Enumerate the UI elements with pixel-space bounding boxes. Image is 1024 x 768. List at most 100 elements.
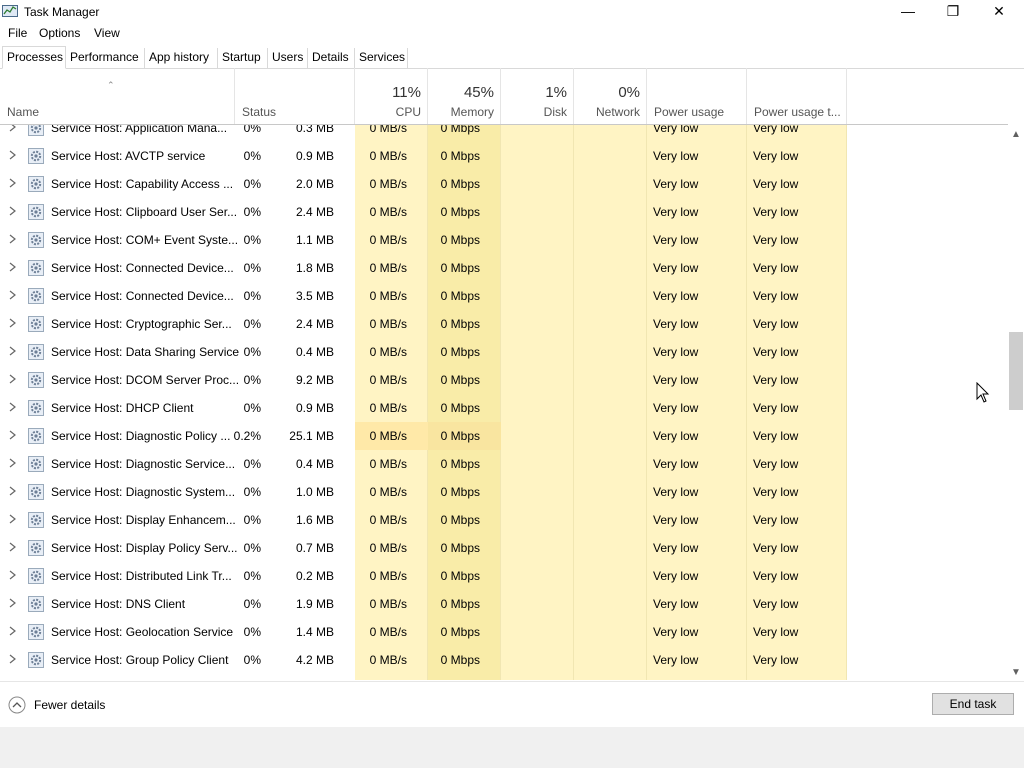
process-row[interactable]: Service Host: Clipboard User Ser... 0% 2.4… — [0, 198, 846, 226]
memory-value: 0.9 MB — [295, 149, 334, 163]
service-gear-icon — [28, 176, 44, 192]
chevron-right-icon[interactable] — [8, 373, 17, 385]
vertical-scrollbar[interactable]: ▲ ▼ — [1008, 125, 1024, 680]
network-value: 0 Mbps — [440, 289, 480, 303]
service-gear-icon — [28, 232, 44, 248]
chevron-right-icon[interactable] — [8, 541, 17, 553]
tab-users[interactable]: Users — [268, 48, 308, 68]
chevron-right-icon[interactable] — [8, 289, 17, 301]
menu-file[interactable]: File — [8, 26, 27, 40]
process-row[interactable]: Service Host: DCOM Server Proc... 0% 9.2 M… — [0, 366, 846, 394]
process-row[interactable]: Service Host: Connected Device... 0% 3.5 M… — [0, 282, 846, 310]
process-row[interactable]: Service Host: Diagnostic Service... 0% 0.4… — [0, 450, 846, 478]
chevron-right-icon[interactable] — [8, 485, 17, 497]
chevron-right-icon[interactable] — [8, 233, 17, 245]
network-value: 0 Mbps — [440, 317, 480, 331]
process-row[interactable]: Service Host: Geolocation Service 0% 1.4 M… — [0, 618, 846, 646]
chevron-right-icon[interactable] — [8, 261, 17, 273]
disk-value: 0 MB/s — [369, 401, 407, 415]
sort-up-icon: ⌃ — [107, 80, 115, 90]
column-label-memory: Memory — [450, 105, 494, 119]
process-row[interactable]: Service Host: Diagnostic System... 0% 1.0 … — [0, 478, 846, 506]
memory-value: 0.4 MB — [295, 345, 334, 359]
column-header-power-usage-trend[interactable]: Power usage t... — [747, 68, 847, 124]
chevron-right-icon[interactable] — [8, 429, 17, 441]
memory-value: 0.3 MB — [295, 125, 334, 135]
power-usage-trend-value: Very low — [753, 233, 799, 247]
menu-view[interactable]: View — [94, 26, 120, 40]
chevron-right-icon[interactable] — [8, 317, 17, 329]
process-list: Service Host: Application Mana... 0% 0.3 M… — [0, 125, 1008, 680]
cpu-value: 0% — [243, 485, 261, 499]
chevron-right-icon[interactable] — [8, 401, 17, 413]
column-header-cpu[interactable]: 11% CPU — [355, 68, 428, 124]
disk-value: 0 MB/s — [369, 205, 407, 219]
network-value: 0 Mbps — [440, 597, 480, 611]
chevron-right-icon[interactable] — [8, 513, 17, 525]
mouse-pointer-icon — [976, 382, 990, 403]
cpu-value: 0% — [243, 177, 261, 191]
memory-value: 2.4 MB — [295, 317, 334, 331]
end-task-button[interactable]: End task — [932, 693, 1014, 715]
disk-value: 0 MB/s — [369, 429, 407, 443]
chevron-right-icon[interactable] — [8, 177, 17, 189]
service-gear-icon — [28, 484, 44, 500]
chevron-right-icon[interactable] — [8, 205, 17, 217]
chevron-right-icon[interactable] — [8, 457, 17, 469]
power-usage-trend-value: Very low — [753, 653, 799, 667]
tab-performance[interactable]: Performance — [66, 48, 145, 68]
tab-services[interactable]: Services — [355, 48, 408, 68]
menu-options[interactable]: Options — [39, 26, 80, 40]
process-row[interactable]: Service Host: Display Enhancem... 0% 1.6 M… — [0, 506, 846, 534]
disk-value: 0 MB/s — [369, 177, 407, 191]
restore-button[interactable]: ❐ — [930, 0, 976, 22]
process-row[interactable]: Service Host: Group Policy Client 0% 4.2 M… — [0, 646, 846, 674]
memory-value: 2.0 MB — [295, 177, 334, 191]
process-row[interactable]: Service Host: Display Policy Serv... 0% 0.… — [0, 534, 846, 562]
tab-app-history[interactable]: App history — [145, 48, 218, 68]
cpu-value: 0% — [243, 541, 261, 555]
tab-startup[interactable]: Startup — [218, 48, 268, 68]
process-row[interactable]: Service Host: DNS Client 0% 1.9 MB 0 MB/s 0 … — [0, 590, 846, 618]
process-row[interactable]: Service Host: DHCP Client 0% 0.9 MB 0 MB/s 0… — [0, 394, 846, 422]
process-row[interactable]: Service Host: Data Sharing Service 0% 0.4 … — [0, 338, 846, 366]
chevron-right-icon[interactable] — [8, 345, 17, 357]
memory-value: 4.2 MB — [295, 653, 334, 667]
tab-details[interactable]: Details — [308, 48, 355, 68]
column-header-memory[interactable]: 45% Memory — [428, 68, 501, 124]
chevron-right-icon[interactable] — [8, 597, 17, 609]
minimize-button[interactable]: — — [885, 0, 931, 22]
process-row[interactable]: Service Host: Distributed Link Tr... 0% 0.… — [0, 562, 846, 590]
fewer-details-label: Fewer details — [34, 698, 106, 712]
cpu-value: 0% — [243, 149, 261, 163]
process-row[interactable]: Service Host: COM+ Event Syste... 0% 1.1 M… — [0, 226, 846, 254]
close-button[interactable]: ✕ — [976, 0, 1022, 22]
tab-processes[interactable]: Processes — [2, 46, 66, 69]
column-header-disk[interactable]: 1% Disk — [501, 68, 574, 124]
scroll-up-arrow-icon[interactable]: ▲ — [1011, 129, 1021, 140]
process-row[interactable]: Service Host: Application Mana... 0% 0.3 M… — [0, 125, 846, 142]
memory-value: 1.8 MB — [295, 261, 334, 275]
memory-value: 0.7 MB — [295, 541, 334, 555]
cpu-value: 0% — [243, 653, 261, 667]
chevron-right-icon[interactable] — [8, 125, 17, 133]
column-header-power-usage[interactable]: Power usage — [647, 68, 747, 124]
process-row[interactable]: Service Host: AVCTP service 0% 0.9 MB 0 MB/… — [0, 142, 846, 170]
column-header-name[interactable]: ⌃ Name — [0, 68, 235, 124]
column-header-network[interactable]: 0% Network — [574, 68, 647, 124]
chevron-right-icon[interactable] — [8, 625, 17, 637]
process-row[interactable]: Service Host: Cryptographic Ser... 0% 2.4 … — [0, 310, 846, 338]
chevron-right-icon[interactable] — [8, 653, 17, 665]
scroll-down-arrow-icon[interactable]: ▼ — [1011, 667, 1021, 678]
process-row[interactable]: Service Host: Diagnostic Policy ... 0.2% 2… — [0, 422, 846, 450]
column-header-status[interactable]: Status — [235, 68, 355, 124]
process-name: Service Host: Group Policy Client — [51, 653, 229, 667]
chevron-right-icon[interactable] — [8, 149, 17, 161]
scrollbar-thumb[interactable] — [1009, 332, 1023, 410]
column-label-power-usage: Power usage — [654, 105, 725, 119]
chevron-right-icon[interactable] — [8, 569, 17, 581]
power-usage-value: Very low — [653, 513, 699, 527]
column-header-row: ⌃ Name Status 11% CPU 45% Memory 1% Disk… — [0, 68, 1008, 125]
process-row[interactable]: Service Host: Capability Access ... 0% 2.0… — [0, 170, 846, 198]
process-row[interactable]: Service Host: Connected Device... 0% 1.8 M… — [0, 254, 846, 282]
